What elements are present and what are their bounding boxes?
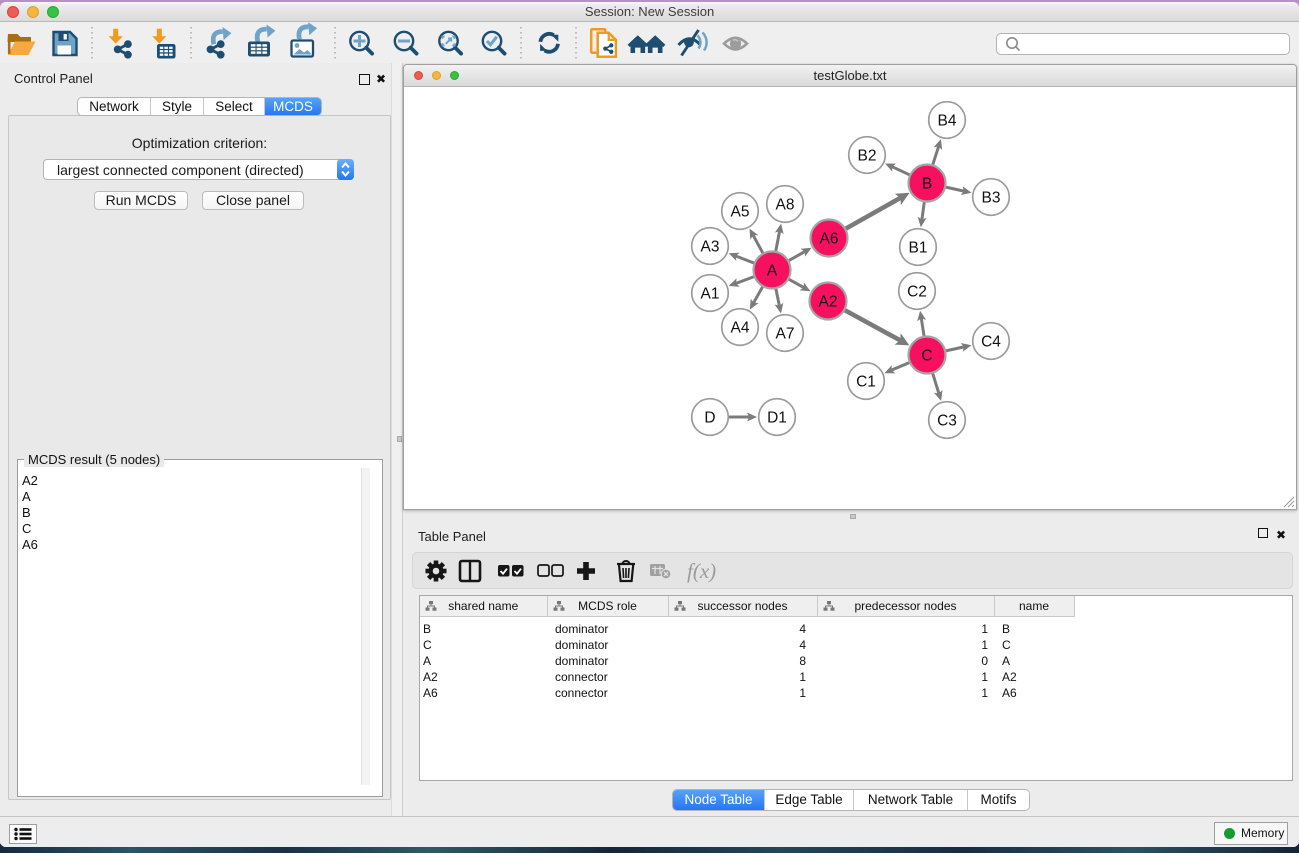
svg-text:C: C	[921, 348, 932, 365]
svg-text:C3: C3	[937, 413, 957, 430]
svg-text:C2: C2	[907, 284, 927, 301]
svg-text:B: B	[922, 176, 932, 193]
svg-text:D: D	[704, 410, 715, 427]
svg-text:A2: A2	[819, 294, 838, 311]
svg-text:A4: A4	[731, 320, 750, 337]
svg-text:B2: B2	[858, 148, 877, 165]
svg-text:A6: A6	[820, 231, 839, 248]
svg-text:A8: A8	[776, 197, 795, 214]
svg-text:A1: A1	[701, 286, 720, 303]
svg-text:A7: A7	[776, 326, 795, 343]
svg-text:A: A	[767, 263, 778, 280]
svg-text:C1: C1	[856, 374, 876, 391]
svg-text:A5: A5	[731, 204, 750, 221]
svg-text:B3: B3	[982, 190, 1001, 207]
svg-text:C4: C4	[981, 334, 1001, 351]
svg-text:D1: D1	[767, 410, 787, 427]
svg-text:B1: B1	[909, 240, 928, 257]
svg-text:f(x): f(x)	[687, 559, 716, 583]
svg-text:B4: B4	[938, 113, 957, 130]
svg-text:A3: A3	[701, 239, 720, 256]
